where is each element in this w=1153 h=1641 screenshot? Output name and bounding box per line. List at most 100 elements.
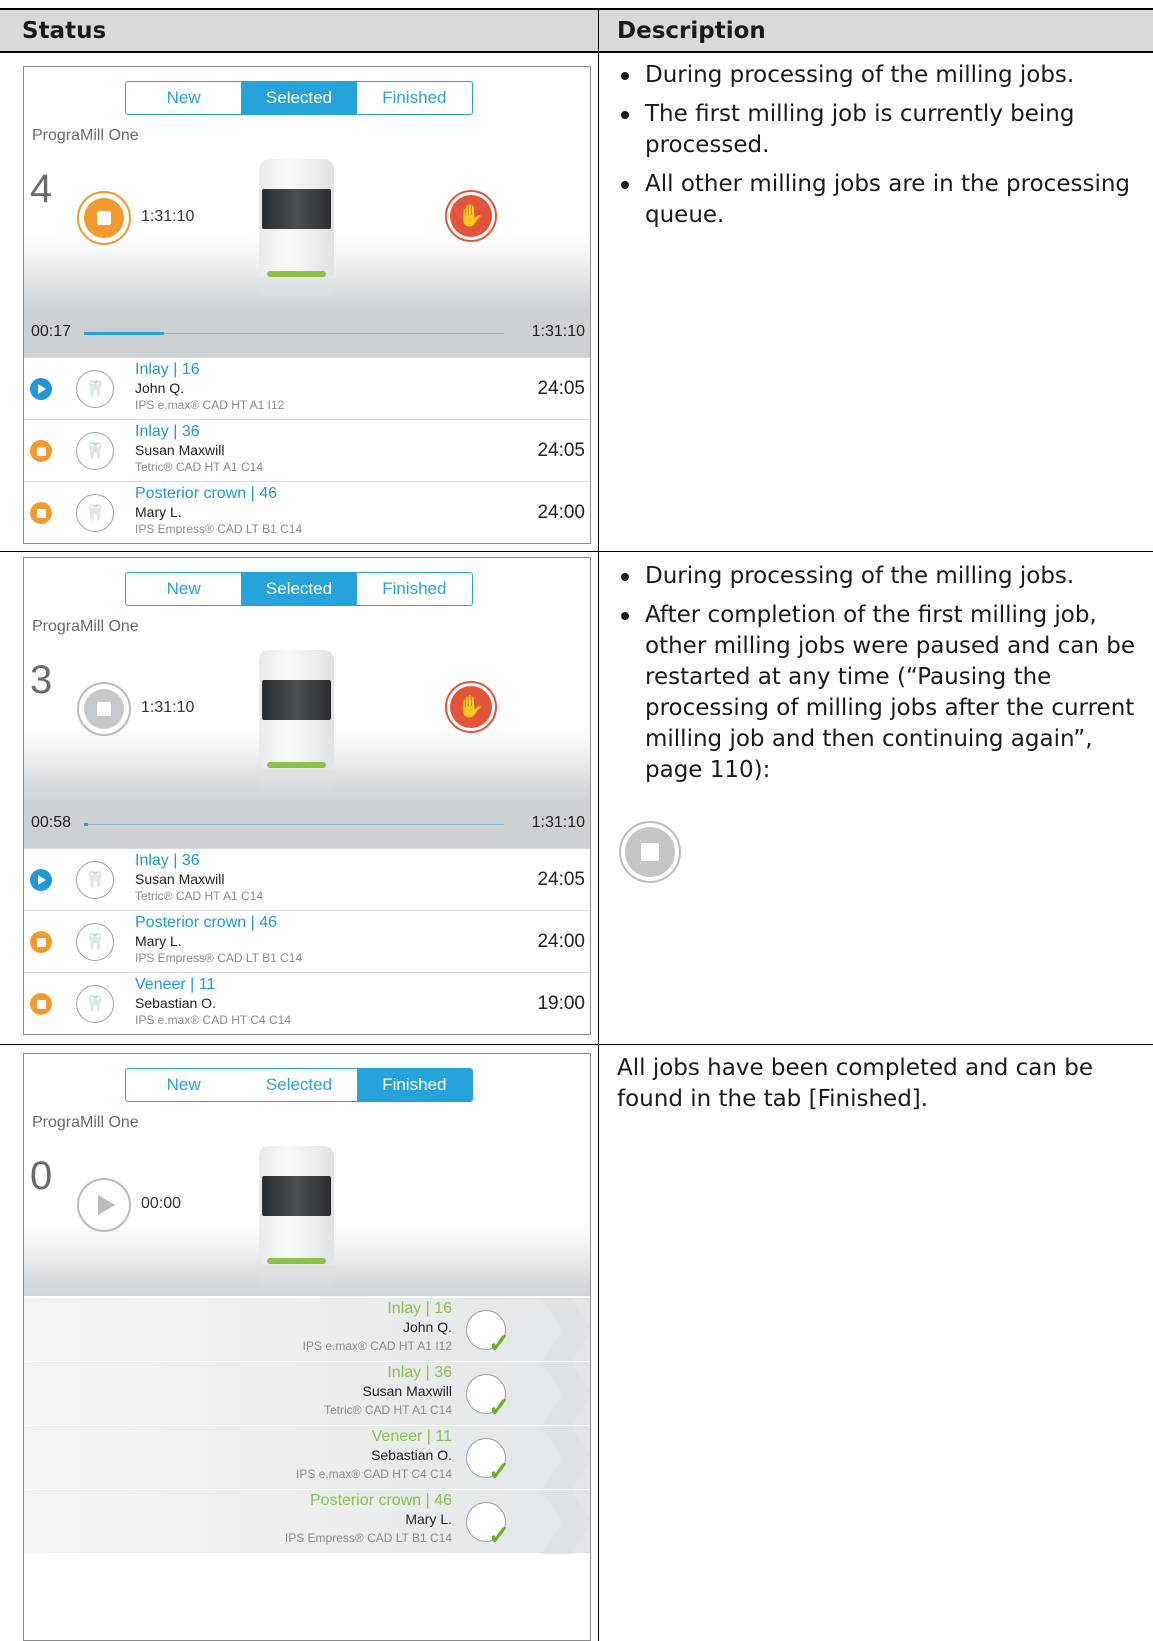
checkmark-icon: ✓	[488, 1456, 510, 1486]
description-bullet: During processing of the milling jobs.	[617, 561, 1137, 592]
chevron-right-icon	[542, 1298, 590, 1362]
finished-job-row[interactable]: Posterior crown | 46 Mary L. IPS Empress…	[24, 1489, 590, 1554]
total-time: 1:31:10	[531, 323, 585, 340]
queued-status-icon	[30, 931, 52, 953]
job-title: Inlay | 16	[387, 1300, 452, 1317]
job-material: IPS e.max® CAD HT C4 C14	[296, 1467, 452, 1481]
stop-square-icon	[97, 211, 111, 225]
job-material: IPS e.max® CAD HT C4 C14	[135, 1013, 291, 1027]
machine-name: PrograMill One	[32, 127, 139, 144]
chevron-right-icon	[542, 1426, 590, 1490]
table-header: Status Description	[0, 8, 1153, 53]
progress-fill	[84, 823, 88, 826]
job-row[interactable]: 🦷 Inlay | 36 Susan Maxwill Tetric® CAD H…	[24, 848, 590, 910]
crown-tooth-icon: 🦷	[76, 494, 114, 532]
pause-button[interactable]	[77, 191, 131, 245]
row-divider	[0, 1044, 1153, 1045]
job-duration: 24:00	[537, 502, 585, 523]
emergency-stop-button[interactable]: ✋	[445, 190, 497, 242]
progress-area: 00:17 1:31:10	[24, 309, 590, 357]
chevron-right-icon	[542, 1362, 590, 1426]
header-status: Status	[22, 18, 107, 44]
machine-name: PrograMill One	[32, 618, 139, 635]
job-count: 0	[30, 1154, 53, 1198]
progress-area: 00:58 1:31:10	[24, 800, 590, 848]
description-3: All jobs have been completed and can be …	[617, 1055, 1094, 1112]
job-title: Posterior crown | 46	[310, 1492, 452, 1509]
job-duration: 24:00	[537, 931, 585, 952]
tab-finished[interactable]: Finished	[357, 82, 472, 114]
job-material: Tetric® CAD HT A1 C14	[135, 889, 263, 903]
job-material: IPS e.max® CAD HT A1 I12	[302, 1339, 452, 1353]
tab-finished[interactable]: Finished	[356, 1069, 472, 1101]
job-patient: John Q.	[402, 1319, 452, 1335]
row-divider	[0, 551, 1153, 552]
job-count: 3	[30, 658, 53, 702]
tab-new[interactable]: New	[126, 573, 241, 605]
remaining-time: 00:00	[141, 1195, 182, 1212]
tab-new[interactable]: New	[126, 1069, 241, 1101]
milling-panel-1: New Selected Finished PrograMill One 4 1…	[23, 66, 591, 544]
stop-square-icon	[97, 702, 111, 716]
job-title: Inlay | 36	[135, 852, 200, 869]
play-icon	[97, 1195, 115, 1215]
job-row[interactable]: 🦷 Posterior crown | 46 Mary L. IPS Empre…	[24, 481, 590, 543]
job-title: Veneer | 11	[371, 1428, 452, 1445]
hand-stop-icon: ✋	[450, 686, 492, 728]
description-2: During processing of the milling jobs. A…	[617, 561, 1137, 794]
job-patient: Mary L.	[405, 1511, 452, 1527]
job-material: IPS Empress® CAD LT B1 C14	[135, 951, 303, 965]
start-button[interactable]	[77, 1178, 131, 1232]
job-material: Tetric® CAD HT A1 C14	[135, 460, 263, 474]
job-material: IPS Empress® CAD LT B1 C14	[135, 522, 303, 536]
emergency-stop-button[interactable]: ✋	[445, 681, 497, 733]
remaining-time: 1:31:10	[141, 699, 195, 716]
job-duration: 19:00	[537, 993, 585, 1014]
inlay-tooth-icon: 🦷	[76, 370, 114, 408]
crown-tooth-icon: 🦷	[76, 923, 114, 961]
progress-track	[84, 824, 504, 825]
milling-machine-image	[259, 650, 334, 792]
checkmark-icon: ✓	[488, 1520, 510, 1550]
finished-job-row[interactable]: Inlay | 16 John Q. IPS e.max® CAD HT A1 …	[24, 1297, 590, 1362]
job-patient: Mary L.	[135, 933, 182, 949]
checkmark-icon: ✓	[488, 1328, 510, 1358]
status-description-table: Status Description New Selected Finished…	[0, 8, 1153, 1641]
header-description: Description	[617, 18, 766, 44]
job-title: Veneer | 11	[135, 976, 216, 993]
tab-selected[interactable]: Selected	[241, 573, 357, 605]
finished-job-row[interactable]: Veneer | 11 Sebastian O. IPS e.max® CAD …	[24, 1425, 590, 1490]
pause-button[interactable]	[77, 682, 131, 736]
job-row[interactable]: 🦷 Posterior crown | 46 Mary L. IPS Empre…	[24, 910, 590, 972]
machine-name: PrograMill One	[32, 1114, 139, 1131]
elapsed-time: 00:58	[31, 814, 72, 831]
tab-finished[interactable]: Finished	[357, 573, 472, 605]
job-patient: Sebastian O.	[135, 995, 216, 1011]
tab-selected[interactable]: Selected	[241, 82, 357, 114]
tab-bar: New Selected Finished	[125, 572, 473, 606]
veneer-tooth-icon: 🦷	[76, 985, 114, 1023]
tab-new[interactable]: New	[126, 82, 241, 114]
inlay-tooth-icon: 🦷	[76, 861, 114, 899]
job-material: IPS e.max® CAD HT A1 I12	[135, 398, 285, 412]
milling-machine-image	[259, 159, 334, 301]
job-row[interactable]: 🦷 Veneer | 11 Sebastian O. IPS e.max® CA…	[24, 972, 590, 1034]
job-title: Inlay | 36	[135, 423, 200, 440]
job-patient: Mary L.	[135, 504, 182, 520]
hand-stop-icon: ✋	[450, 195, 492, 237]
job-row[interactable]: 🦷 Inlay | 36 Susan Maxwill Tetric® CAD H…	[24, 419, 590, 481]
play-status-icon	[30, 378, 52, 400]
finished-job-row[interactable]: Inlay | 36 Susan Maxwill Tetric® CAD HT …	[24, 1361, 590, 1426]
queued-status-icon	[30, 993, 52, 1015]
description-bullet: During processing of the milling jobs.	[617, 60, 1137, 91]
play-status-icon	[30, 869, 52, 891]
milling-machine-image	[259, 1146, 334, 1288]
tab-selected[interactable]: Selected	[241, 1069, 356, 1101]
job-row[interactable]: 🦷 Inlay | 16 John Q. IPS e.max® CAD HT A…	[24, 357, 590, 419]
remaining-time: 1:31:10	[141, 208, 195, 225]
description-1: During processing of the milling jobs. T…	[617, 60, 1137, 239]
job-count: 4	[30, 167, 53, 211]
job-duration: 24:05	[537, 378, 585, 399]
inlay-tooth-icon: 🦷	[76, 432, 114, 470]
job-title: Inlay | 16	[135, 361, 200, 378]
